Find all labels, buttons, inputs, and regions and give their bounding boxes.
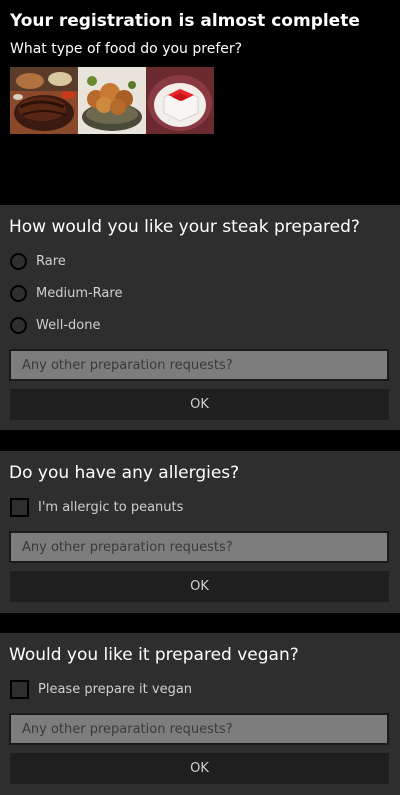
vegan-dessert-image[interactable] [146, 67, 214, 134]
allergy-question: Do you have any allergies? [9, 463, 240, 483]
checkbox-icon[interactable] [10, 497, 29, 517]
registration-header: Your registration is almost complete Wha… [0, 0, 400, 205]
vegan-ok-button[interactable]: OK [10, 753, 389, 784]
checkbox-icon[interactable] [10, 679, 29, 699]
page-title: Your registration is almost complete [10, 11, 360, 31]
fried-chicken-image[interactable] [78, 67, 146, 134]
radio-label-rare: Rare [36, 253, 66, 269]
radio-option-rare[interactable]: Rare [10, 251, 66, 271]
vegan-option[interactable]: Please prepare it vegan [10, 679, 192, 699]
radio-label-medium-rare: Medium-Rare [36, 285, 123, 301]
steak-ok-button[interactable]: OK [10, 389, 389, 420]
steak-image[interactable] [10, 67, 78, 134]
radio-button-icon[interactable] [10, 252, 27, 270]
steak-question: How would you like your steak prepared? [9, 217, 360, 237]
allergy-requests-input[interactable] [9, 531, 389, 563]
allergy-ok-button[interactable]: OK [10, 571, 389, 602]
peanut-allergy-label: I'm allergic to peanuts [38, 499, 184, 515]
food-preference-question: What type of food do you prefer? [10, 41, 243, 57]
steak-preparation-panel: How would you like your steak prepared? … [0, 205, 400, 430]
food-choices [10, 67, 214, 134]
radio-option-well-done[interactable]: Well-done [10, 315, 100, 335]
vegan-option-label: Please prepare it vegan [38, 681, 193, 697]
radio-button-icon[interactable] [10, 316, 27, 334]
allergy-panel: Do you have any allergies? I'm allergic … [0, 451, 400, 613]
vegan-panel: Would you like it prepared vegan? Please… [0, 633, 400, 795]
radio-option-medium-rare[interactable]: Medium-Rare [10, 283, 122, 303]
vegan-question: Would you like it prepared vegan? [9, 645, 299, 665]
vegan-requests-input[interactable] [9, 713, 389, 745]
peanut-allergy-option[interactable]: I'm allergic to peanuts [10, 497, 183, 517]
radio-label-well-done: Well-done [36, 317, 101, 333]
radio-button-icon[interactable] [10, 284, 27, 302]
steak-requests-input[interactable] [9, 349, 389, 381]
